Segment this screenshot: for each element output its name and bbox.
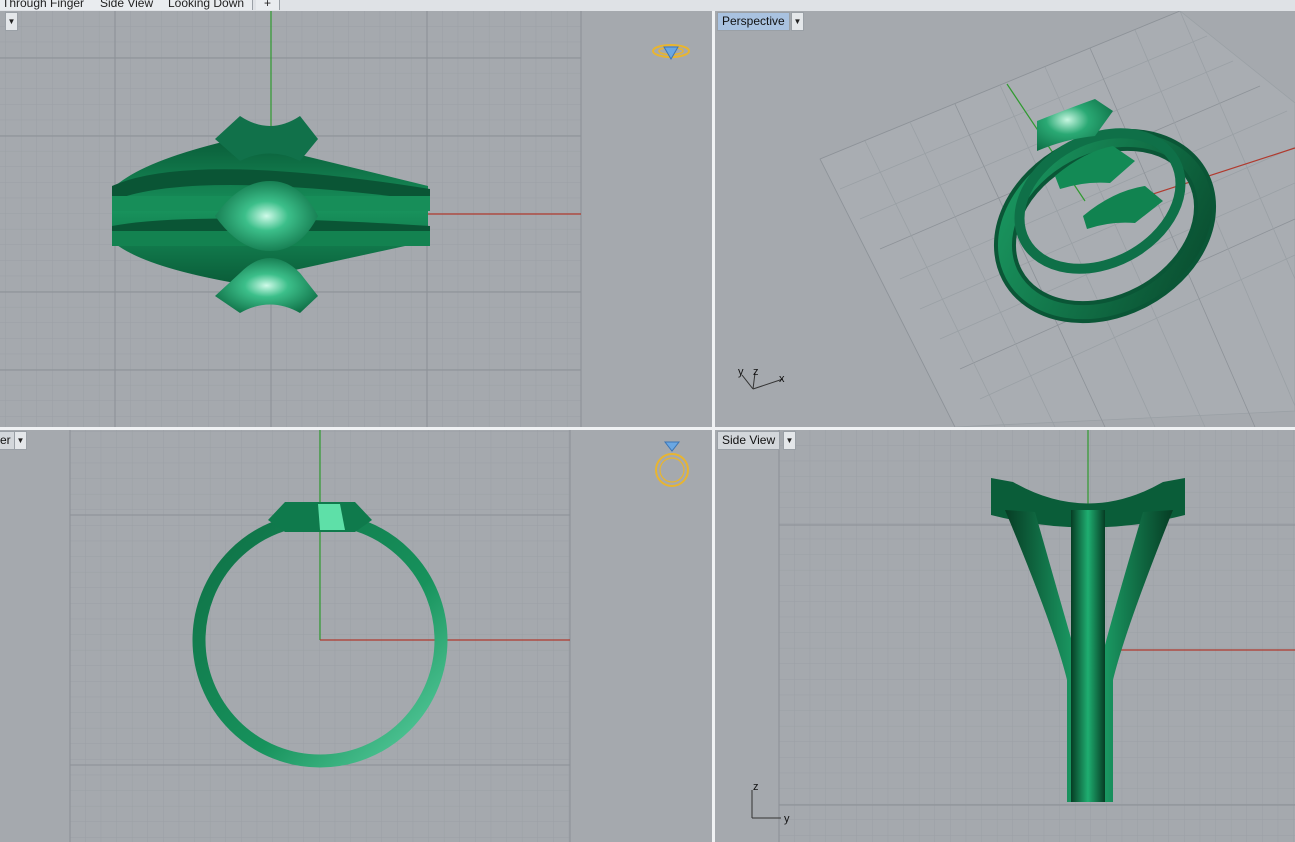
- viewport-title-perspective[interactable]: Perspective: [717, 12, 790, 31]
- bottom-left-canvas: [69, 430, 689, 842]
- tab-through-finger[interactable]: Through Finger: [0, 0, 94, 10]
- axis-y-label: y: [784, 813, 790, 825]
- tab-side-view[interactable]: Side View: [92, 0, 163, 10]
- tab-looking-down[interactable]: Looking Down: [160, 0, 254, 10]
- tab-add-button[interactable]: +: [256, 0, 281, 10]
- viewport-dropdown-perspective[interactable]: ▼: [791, 12, 804, 31]
- viewport-divider-horizontal[interactable]: [0, 427, 1295, 430]
- axis-z-label: z: [753, 781, 759, 793]
- viewport-dropdown-side-view[interactable]: ▼: [783, 431, 796, 450]
- axis-z-label: z: [753, 366, 759, 378]
- viewport-title-side-view[interactable]: Side View: [717, 431, 781, 450]
- top-left-canvas: [0, 11, 690, 427]
- perspective-grid-plane: [819, 11, 1295, 427]
- viewport-dropdown-top-left[interactable]: ▼: [5, 12, 18, 31]
- axis-x-label: x: [779, 373, 785, 385]
- viewport-perspective[interactable]: y z x Perspective ▼: [715, 11, 1295, 427]
- gem-ring-icon[interactable]: [655, 441, 689, 487]
- side-view-canvas: z y: [751, 430, 1295, 842]
- viewport-side-view[interactable]: z y Side View ▼: [715, 430, 1295, 842]
- perspective-canvas: y z x: [738, 11, 1295, 427]
- perspective-axis-gizmo: y z x: [738, 366, 785, 390]
- viewport-dropdown-bottom-left[interactable]: ▼: [14, 431, 27, 450]
- axis-y-label: y: [738, 366, 744, 378]
- viewport-bottom-left[interactable]: er ▼: [0, 430, 712, 842]
- ring-thumbnail-icon[interactable]: [652, 44, 690, 60]
- viewport-top-left[interactable]: ▼: [0, 11, 712, 427]
